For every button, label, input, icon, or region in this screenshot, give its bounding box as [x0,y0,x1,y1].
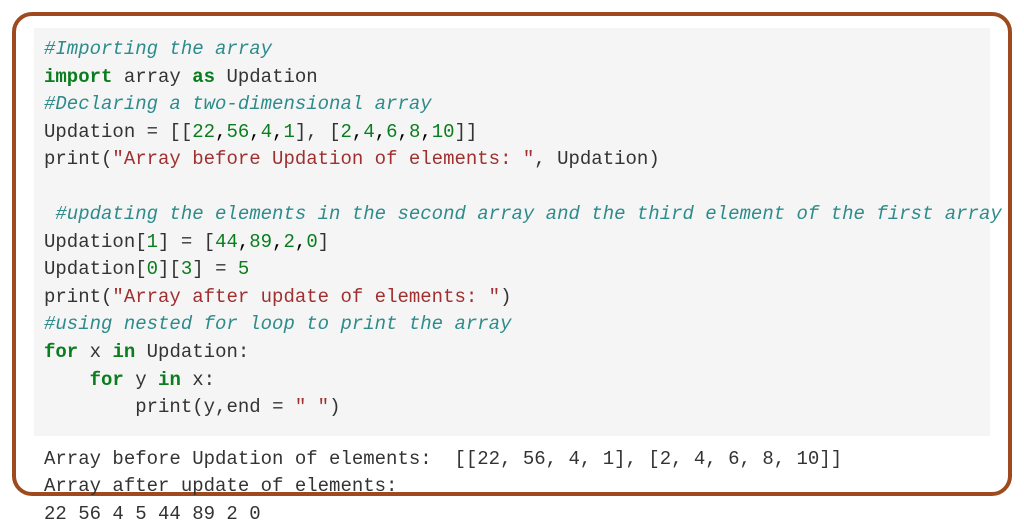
code-snippet-card: # technopreneur THEENGINEERING PROJECTS … [12,12,1012,496]
output-content: Array before Updation of elements: [[22,… [44,446,980,528]
python-code-block: #Importing the array import array as Upd… [34,28,990,436]
output-block: Array before Updation of elements: [[22,… [34,436,990,528]
code-content: #Importing the array import array as Upd… [44,36,980,422]
